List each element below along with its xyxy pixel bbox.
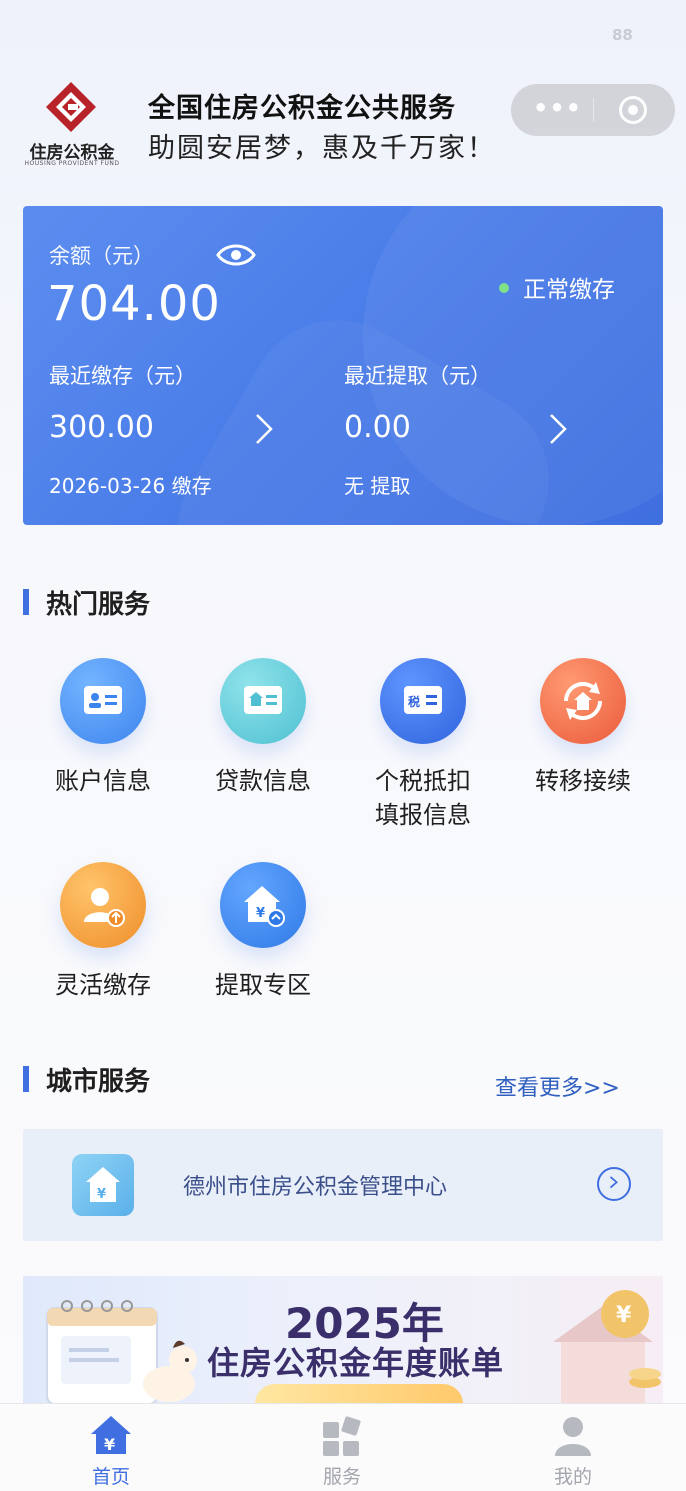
recent-deposit-label: 最近缴存（元） xyxy=(49,364,196,388)
service-label-line1: 个税抵扣 xyxy=(375,767,471,795)
svg-text:¥: ¥ xyxy=(256,906,265,921)
withdraw-house-icon: ¥ xyxy=(220,862,306,948)
banner-open-button[interactable] xyxy=(255,1384,463,1404)
service-label: 转移接续 xyxy=(535,767,631,795)
chevron-right-circle-icon[interactable] xyxy=(597,1167,631,1201)
service-label: 账户信息 xyxy=(55,767,151,795)
recent-withdraw-value[interactable]: 0.00 xyxy=(344,410,411,445)
tax-card-icon: 税 xyxy=(380,658,466,744)
capsule-divider xyxy=(593,98,594,122)
service-label: 提取专区 xyxy=(215,971,311,999)
service-account-info[interactable]: 账户信息 xyxy=(23,658,183,798)
balance-label: 余额（元） xyxy=(49,244,154,268)
recent-deposit-date: 2026-03-26 缴存 xyxy=(49,474,212,498)
tab-home[interactable]: ¥ 首页 xyxy=(51,1404,171,1491)
housing-fund-logo-mark-icon xyxy=(46,82,96,132)
service-label-line2: 填报信息 xyxy=(375,801,471,829)
status-dot-icon xyxy=(499,282,509,293)
hot-services-bar xyxy=(23,589,29,615)
service-flexible-deposit[interactable]: 灵活缴存 xyxy=(23,862,183,1002)
city-services-title: 城市服务 xyxy=(46,1067,151,1097)
more-dots-icon[interactable]: ••• xyxy=(533,94,582,122)
service-transfer[interactable]: 转移接续 xyxy=(503,658,663,798)
deposit-status: 正常缴存 xyxy=(499,270,615,304)
balance-card: 余额（元） 704.00 正常缴存 最近缴存（元） 300.00 2026-03… xyxy=(23,206,663,525)
flexible-deposit-user-icon xyxy=(60,862,146,948)
account-card-icon xyxy=(60,658,146,744)
service-label: 个税抵扣 填报信息 xyxy=(343,764,503,832)
deposit-status-text: 正常缴存 xyxy=(523,277,615,303)
recent-withdraw-note: 无 提取 xyxy=(344,474,411,498)
header-title: 全国住房公积金公共服务 xyxy=(148,93,456,124)
horse-illustration xyxy=(143,1340,197,1402)
logo-subtext: HOUSING PROVIDENT FUND xyxy=(24,160,120,167)
service-label: 灵活缴存 xyxy=(55,971,151,999)
svg-text:税: 税 xyxy=(408,694,420,709)
header-subtitle: 助圆安居梦，惠及千万家！ xyxy=(148,133,496,164)
service-loan-info[interactable]: 贷款信息 xyxy=(183,658,343,798)
svg-text:¥: ¥ xyxy=(97,1187,106,1202)
svg-text:¥: ¥ xyxy=(616,1303,632,1328)
home-yuan-icon: ¥ xyxy=(91,1416,131,1454)
city-center-card[interactable]: ¥ 德州市住房公积金管理中心 xyxy=(23,1129,663,1241)
svg-text:¥: ¥ xyxy=(104,1435,115,1454)
banner-title: 住房公积金年度账单 xyxy=(207,1344,505,1382)
app-header: 住房公积金 HOUSING PROVIDENT FUND 全国住房公积金公共服务… xyxy=(0,70,686,180)
city-services-bar xyxy=(23,1066,29,1092)
view-more-link[interactable]: 查看更多>> xyxy=(495,1070,620,1102)
transfer-house-icon xyxy=(540,658,626,744)
yuan-house-icon: ¥ xyxy=(72,1154,134,1216)
recent-deposit-value[interactable]: 300.00 xyxy=(49,410,154,445)
hot-services-title: 热门服务 xyxy=(46,590,151,620)
tab-home-label: 首页 xyxy=(91,1466,130,1488)
recent-deposit-chevron-icon[interactable] xyxy=(253,412,275,446)
house-coins-illustration: ¥ xyxy=(553,1290,661,1404)
tab-mine[interactable]: 我的 xyxy=(513,1404,633,1491)
city-center-name: 德州市住房公积金管理中心 xyxy=(183,1175,448,1200)
annual-statement-banner[interactable]: 2025年 住房公积金年度账单 ¥ xyxy=(23,1276,663,1404)
balance-value: 704.00 xyxy=(47,276,221,332)
miniprogram-close-icon[interactable] xyxy=(619,96,647,124)
service-withdraw-zone[interactable]: ¥ 提取专区 xyxy=(183,862,343,1002)
tab-mine-label: 我的 xyxy=(553,1466,592,1488)
recent-withdraw-label: 最近提取（元） xyxy=(344,364,491,388)
tab-services-label: 服务 xyxy=(322,1466,361,1488)
status-bar-signal: 88 xyxy=(612,26,633,44)
loan-house-card-icon xyxy=(220,658,306,744)
service-tax-deduction[interactable]: 税 个税抵扣填报信息 xyxy=(343,658,503,832)
user-icon xyxy=(555,1417,591,1456)
tab-services[interactable]: 服务 xyxy=(282,1404,402,1491)
miniprogram-capsule: ••• xyxy=(511,84,675,136)
service-label: 贷款信息 xyxy=(215,767,311,795)
bottom-tabbar: ¥ 首页 服务 我的 xyxy=(0,1403,686,1491)
grid-services-icon xyxy=(323,1416,361,1456)
housing-fund-logo: 住房公积金 HOUSING PROVIDENT FUND xyxy=(22,80,122,170)
recent-withdraw-chevron-icon[interactable] xyxy=(547,412,569,446)
eye-icon[interactable] xyxy=(216,242,256,268)
